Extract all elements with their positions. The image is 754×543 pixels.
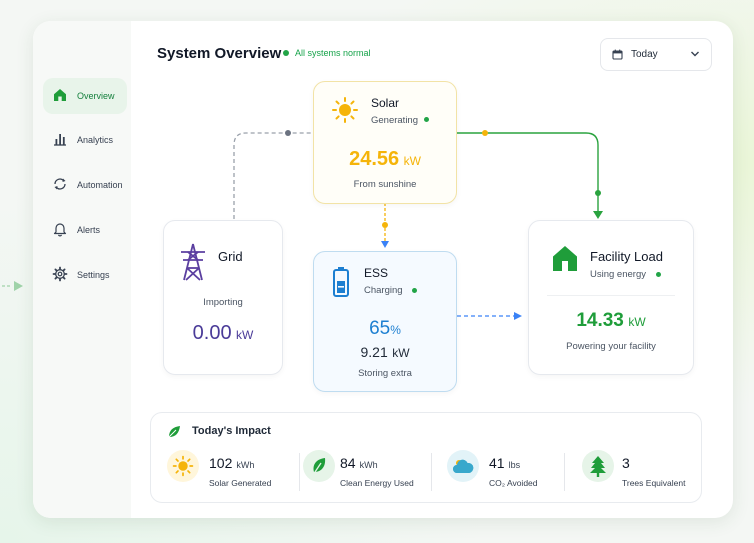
- impact-divider: [564, 453, 565, 491]
- ess-title: ESS: [364, 266, 389, 280]
- facility-title: Facility Load: [590, 249, 663, 264]
- ess-percent: 65: [369, 318, 391, 339]
- solar-power: 24.56 kW: [314, 148, 456, 171]
- tree-icon: [590, 456, 606, 477]
- ess-status: Charging: [364, 285, 403, 296]
- ess-unit: kW: [392, 346, 410, 360]
- sun-icon: [332, 97, 358, 123]
- impact-label: CO₂ Avoided: [489, 478, 538, 488]
- grid-unit: kW: [236, 328, 254, 342]
- impact-value: 84 kWh: [340, 455, 378, 471]
- facility-caption: Powering your facility: [566, 341, 656, 352]
- grid-title: Grid: [218, 249, 243, 264]
- solar-card[interactable]: Solar Generating 24.56 kW From sunshine: [313, 81, 457, 204]
- impact-item-co2-avoided: 41 lbs CO₂ Avoided: [447, 450, 572, 494]
- ess-status-dot: [412, 288, 417, 293]
- cloud-icon: [453, 459, 474, 473]
- impact-item-trees: 3 Trees Equivalent: [582, 450, 692, 494]
- impact-item-solar-generated: 102 kWh Solar Generated: [167, 450, 297, 494]
- solar-value: 24.56: [349, 148, 400, 170]
- grid-value: 0.00: [192, 322, 232, 344]
- leaf-icon: [312, 458, 326, 476]
- ess-value: 9.21: [360, 344, 388, 360]
- grid-power: 0.00 kW: [164, 322, 282, 345]
- impact-panel: Today's Impact 102 kWh Solar Generated 8…: [150, 412, 702, 503]
- card-divider: [547, 295, 675, 296]
- facility-power: 14.33 kW: [529, 310, 693, 332]
- impact-title: Today's Impact: [192, 425, 271, 437]
- house-icon: [553, 246, 577, 271]
- transmission-tower-icon: [181, 243, 205, 281]
- flow-arrow-icon: [2, 281, 23, 291]
- facility-status-dot: [656, 272, 661, 277]
- impact-label: Solar Generated: [209, 478, 272, 488]
- solar-caption: From sunshine: [353, 179, 417, 190]
- impact-label: Trees Equivalent: [622, 478, 686, 488]
- facility-load-card[interactable]: Facility Load Using energy 14.33 kW Powe…: [528, 220, 694, 375]
- grid-status: Importing: [203, 297, 243, 308]
- ess-charge: 65%: [314, 318, 456, 340]
- sun-icon: [172, 455, 194, 477]
- solar-unit: kW: [403, 154, 421, 168]
- solar-status-dot: [424, 117, 429, 122]
- impact-value: 3: [622, 455, 630, 471]
- grid-card[interactable]: Grid Importing 0.00 kW: [163, 220, 283, 375]
- solar-status: Generating: [371, 115, 419, 126]
- impact-divider: [431, 453, 432, 491]
- battery-icon: [333, 267, 349, 297]
- impact-divider: [299, 453, 300, 491]
- facility-value: 14.33: [576, 310, 624, 331]
- app-window: Overview Analytics Automation Alerts Set…: [33, 21, 733, 518]
- leaf-icon: [168, 426, 180, 438]
- solar-title: Solar: [371, 96, 400, 110]
- impact-item-clean-energy: 84 kWh Clean Energy Used: [303, 450, 433, 494]
- impact-value: 41 lbs: [489, 455, 521, 471]
- impact-value: 102 kWh: [209, 455, 255, 471]
- facility-status: Using energy: [590, 269, 646, 280]
- ess-card[interactable]: ESS Charging 65% 9.21 kW Storing extra: [313, 251, 457, 392]
- ess-caption: Storing extra: [358, 368, 412, 379]
- impact-label: Clean Energy Used: [340, 478, 414, 488]
- ess-power: 9.21 kW: [314, 344, 456, 362]
- ess-percent-unit: %: [390, 323, 401, 337]
- facility-unit: kW: [628, 315, 646, 329]
